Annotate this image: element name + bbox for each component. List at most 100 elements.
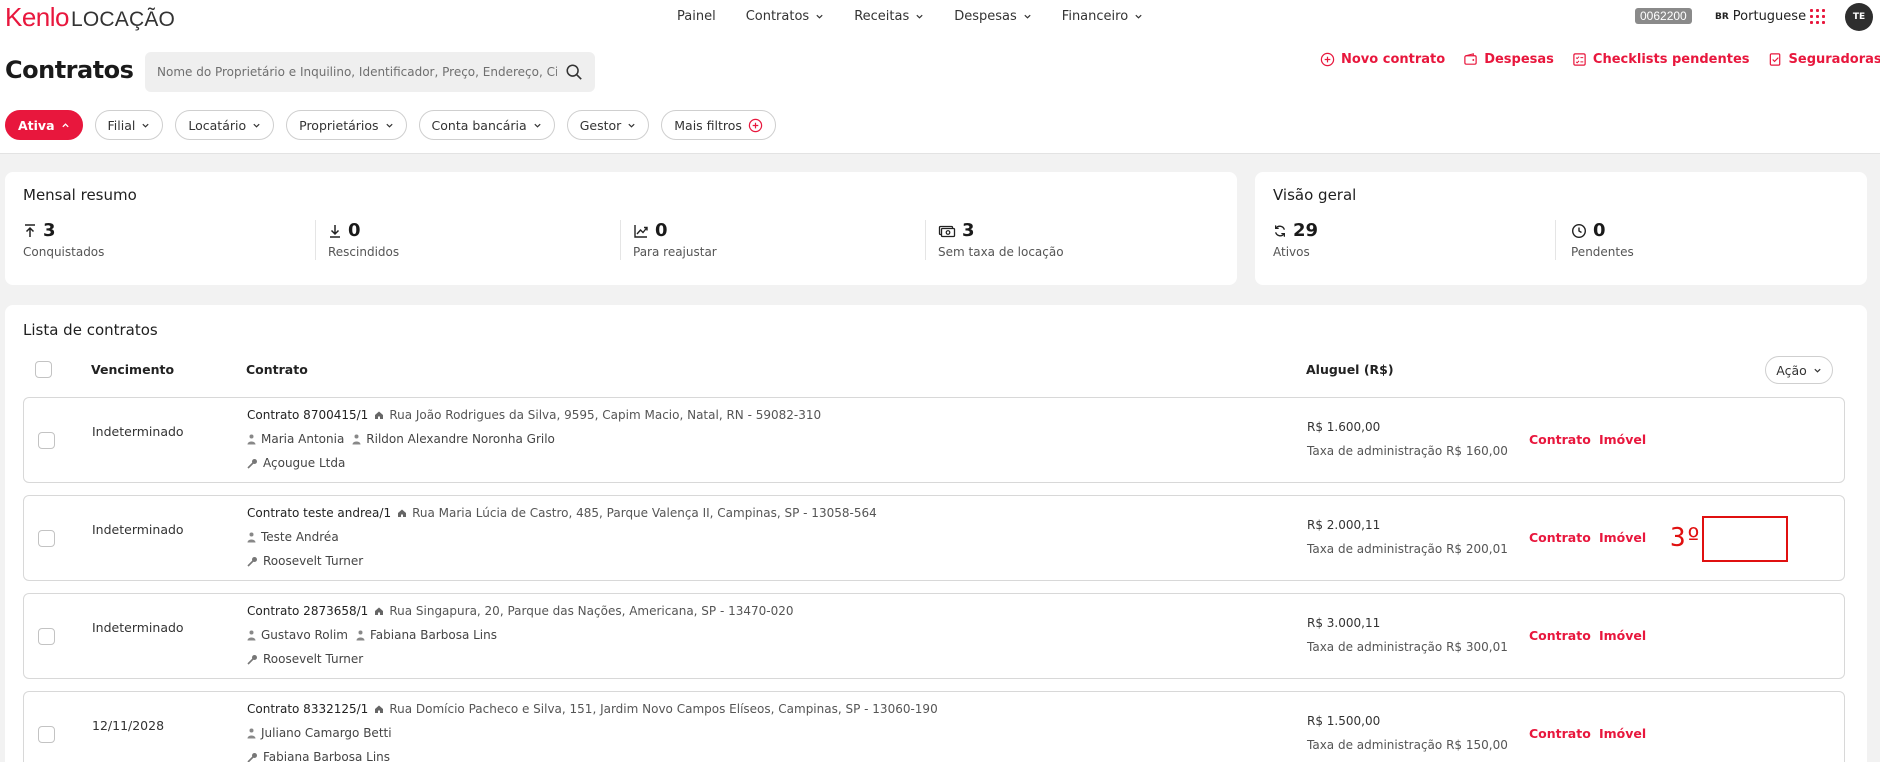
person-icon [356,630,365,640]
person-icon [247,630,256,640]
wallet-icon [1464,52,1477,65]
contract-link[interactable]: Contrato [1529,628,1591,643]
stat-value: 0 [1593,220,1606,241]
nav-label: Painel [677,9,716,24]
filter-label: Locatário [188,117,247,133]
table-row[interactable]: Indeterminado Contrato 8700415/1 Rua João… [23,397,1845,483]
logo-primary: Kenlo [5,2,70,32]
column-header-aluguel[interactable]: Aluguel (R$) [1306,362,1394,377]
nav-despesas[interactable]: Despesas [954,9,1032,24]
filter-label: Ativa [18,117,55,133]
property-link[interactable]: Imóvel [1599,628,1646,643]
stat-para-reajustar: 0 Para reajustar [633,220,717,259]
home-icon [375,607,384,615]
search-box [145,52,595,92]
contract-link[interactable]: Contrato [1529,726,1591,741]
step-annotation-label: 3º [1670,523,1702,553]
tenant-name: Gustavo Rolim [261,628,348,642]
stat-label: Sem taxa de locação [938,245,1064,259]
home-icon [375,411,384,419]
person-icon [247,728,256,738]
property-link[interactable]: Imóvel [1599,726,1646,741]
stat-sem-taxa: 3 Sem taxa de locação [938,220,1064,259]
search-input[interactable] [157,52,557,92]
filter-gestor[interactable]: Gestor [566,110,650,140]
select-all-checkbox[interactable] [35,361,52,378]
row-vencimento: Indeterminado [92,620,184,635]
admin-fee: Taxa de administração R$ 200,01 [1307,542,1508,556]
contract-name: Contrato teste andrea/1 [247,506,392,520]
column-header-vencimento[interactable]: Vencimento [91,362,174,377]
language-selector[interactable]: BR Portuguese [1715,9,1806,24]
owner-name: Fabiana Barbosa Lins [263,750,391,762]
owner-name: Roosevelt Turner [263,554,364,568]
filter-proprietarios[interactable]: Proprietários [286,110,407,140]
insurers-button[interactable]: Seguradoras [1768,52,1880,67]
filter-locatario[interactable]: Locatário [175,110,275,140]
chevron-down-icon [534,123,541,128]
nav-painel[interactable]: Painel [677,9,716,24]
action-label: Novo contrato [1341,51,1446,67]
admin-fee: Taxa de administração R$ 150,00 [1307,738,1508,752]
row-vencimento: Indeterminado [92,424,184,439]
table-row[interactable]: Indeterminado Contrato 2873658/1 Rua Sing… [23,593,1845,679]
cash-icon [938,225,956,237]
avatar[interactable]: TE [1845,3,1873,31]
nav-contratos[interactable]: Contratos [746,9,825,24]
column-header-contrato[interactable]: Contrato [246,362,308,377]
logo-secondary: LOCAÇÃO [71,8,176,31]
contract-link[interactable]: Contrato [1529,432,1591,447]
apps-grid-icon[interactable] [1810,9,1825,24]
contract-name: Contrato 8700415/1 [247,408,369,422]
flag-icon: BR [1715,11,1729,22]
row-checkbox[interactable] [38,726,55,743]
chevron-down-icon [1814,368,1821,373]
contract-address: Rua Domício Pacheco e Silva, 151, Jardim… [389,702,938,716]
admin-fee: Taxa de administração R$ 300,01 [1307,640,1508,654]
owner-name: Açougue Ltda [263,456,346,470]
contract-link[interactable]: Contrato [1529,530,1591,545]
divider [1555,220,1556,260]
key-icon [247,556,257,567]
home-icon [375,705,384,713]
filter-status-ativa[interactable]: Ativa [5,110,83,140]
rent-amount: R$ 3.000,11 [1307,616,1381,630]
row-checkbox[interactable] [38,432,55,449]
page-title: Contratos [5,56,134,84]
highlight-box [1702,516,1788,562]
expenses-button[interactable]: Despesas [1463,52,1554,67]
pending-checklists-button[interactable]: Checklists pendentes [1572,52,1750,67]
bulk-action-button[interactable]: Ação [1765,356,1833,384]
nav-financeiro[interactable]: Financeiro [1062,9,1143,24]
monthly-summary-card: Mensal resumo 3 Conquistados 0 Rescindid… [5,172,1237,285]
filter-conta-bancaria[interactable]: Conta bancária [418,110,555,140]
more-filters-button[interactable]: Mais filtros [661,110,776,140]
table-row[interactable]: 12/11/2028 Contrato 8332125/1 Rua Domício… [23,691,1845,762]
stat-value: 3 [43,220,56,241]
card-title: Visão geral [1273,186,1357,204]
chevron-down-icon [628,123,635,128]
action-label: Checklists pendentes [1592,51,1750,67]
rent-amount: R$ 1.500,00 [1307,714,1381,728]
row-checkbox[interactable] [38,530,55,547]
filter-filial[interactable]: Filial [94,110,164,140]
action-label: Despesas [1484,51,1554,67]
table-row[interactable]: Indeterminado Contrato teste andrea/1 Rua… [23,495,1845,581]
admin-fee: Taxa de administração R$ 160,00 [1307,444,1508,458]
filter-label: Mais filtros [674,117,742,133]
property-link[interactable]: Imóvel [1599,530,1646,545]
property-link[interactable]: Imóvel [1599,432,1646,447]
new-contract-button[interactable]: Novo contrato [1320,52,1445,67]
card-title: Mensal resumo [23,186,137,204]
stat-label: Ativos [1273,245,1310,259]
key-icon [247,654,257,665]
stat-pendentes: 0 Pendentes [1571,220,1634,259]
search-icon[interactable] [565,63,583,81]
row-vencimento: Indeterminado [92,522,184,537]
contract-name: Contrato 2873658/1 [247,604,369,618]
kenlo-logo[interactable]: Kenlo LOCAÇÃO [5,2,175,33]
language-label: Portuguese [1732,9,1807,24]
row-checkbox[interactable] [38,628,55,645]
filter-label: Proprietários [299,117,379,133]
nav-receitas[interactable]: Receitas [854,9,924,24]
